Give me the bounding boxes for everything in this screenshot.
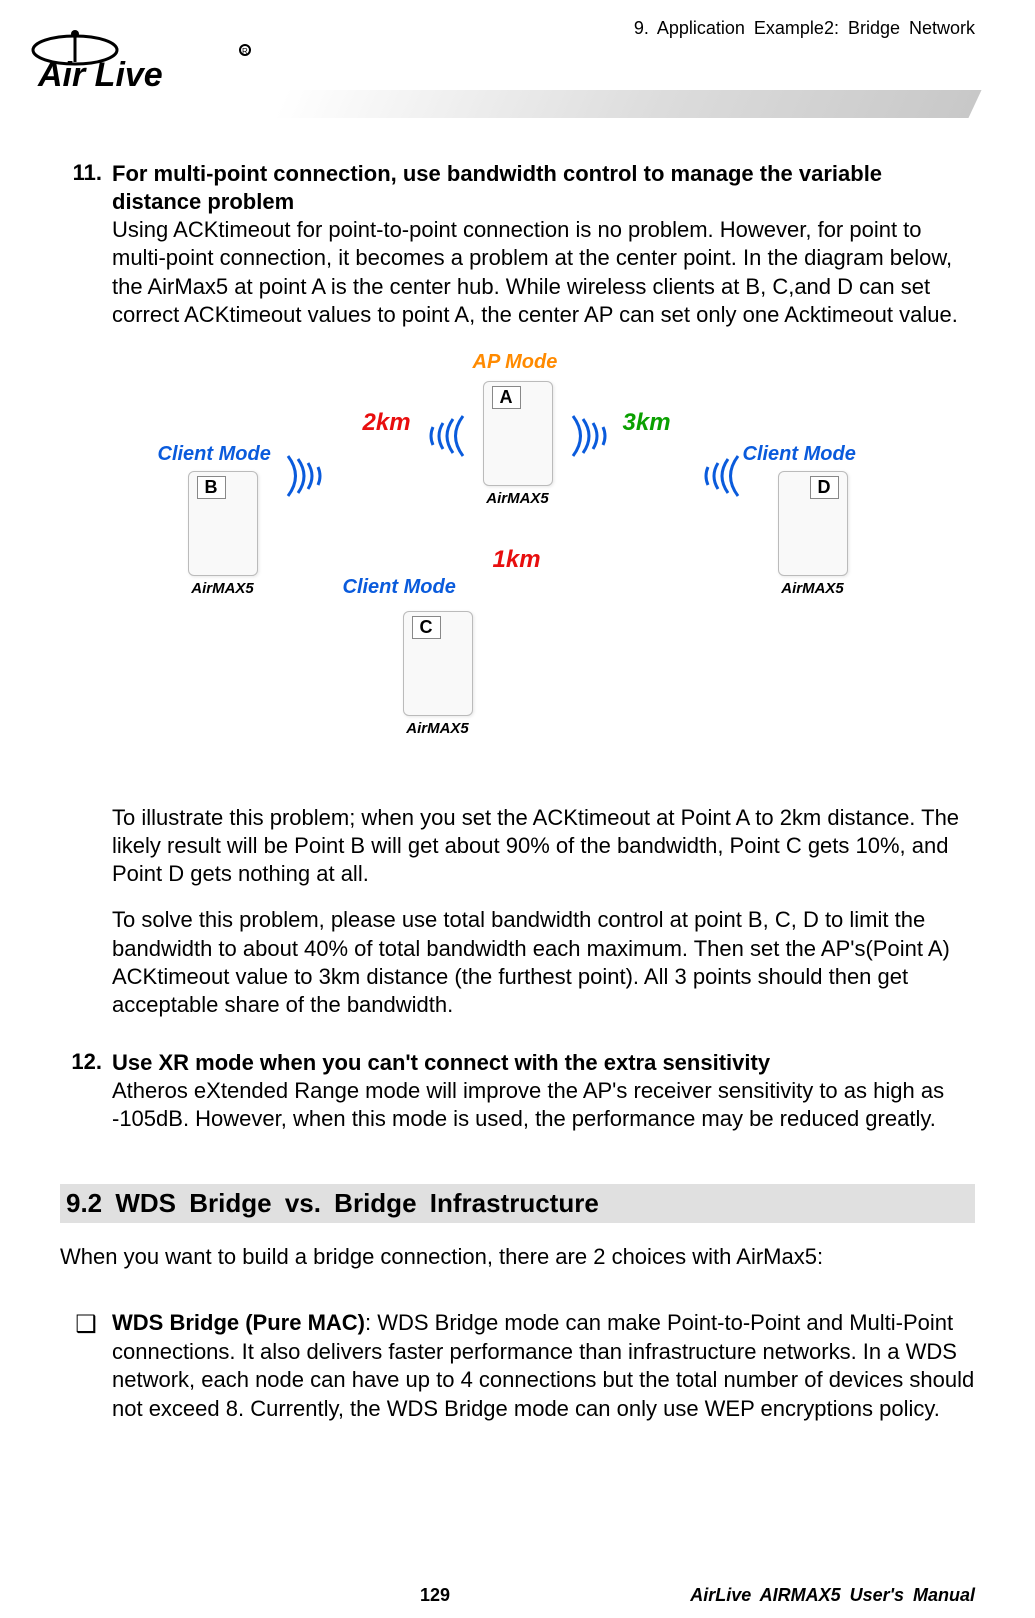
item-paragraph: Using ACKtimeout for point-to-point conn… (112, 217, 958, 326)
item-body: Use XR mode when you can't connect with … (112, 1049, 975, 1133)
brand-logo: Air Live R (30, 20, 270, 103)
bullet-label: WDS Bridge (Pure MAC) (112, 1310, 365, 1335)
device-b-badge: B (197, 476, 226, 499)
numbered-item-12: 12. Use XR mode when you can't connect w… (60, 1049, 975, 1133)
network-diagram: AP Mode A AirMAX5 2km 3km (60, 351, 975, 786)
item-number: 11. (60, 160, 112, 329)
item-heading: Use XR mode when you can't connect with … (112, 1050, 770, 1075)
device-c-badge: C (412, 616, 441, 639)
device-caption: AirMAX5 (178, 580, 268, 597)
square-bullet-icon: ❑ (60, 1309, 112, 1423)
distance-1km: 1km (493, 546, 541, 574)
item11-para3: To solve this problem, please use total … (112, 906, 975, 1019)
numbered-item-11: 11. For multi-point connection, use band… (60, 160, 975, 329)
svg-text:R: R (242, 47, 248, 56)
distance-2km: 2km (363, 409, 411, 437)
page-number: 129 (420, 1585, 450, 1606)
item-heading: For multi-point connection, use bandwidt… (112, 161, 882, 214)
device-c: C AirMAX5 (393, 611, 483, 737)
distance-3km: 3km (623, 409, 671, 437)
svg-text:Air Live: Air Live (37, 56, 163, 94)
device-a-badge: A (492, 386, 521, 409)
signal-waves-icon (688, 451, 748, 501)
signal-waves-icon (563, 411, 623, 461)
device-a: A AirMAX5 (473, 381, 563, 507)
device-caption: AirMAX5 (473, 490, 563, 507)
item-paragraph: Atheros eXtended Range mode will improve… (112, 1078, 944, 1131)
item11-para2: To illustrate this problem; when you set… (112, 804, 975, 888)
device-b: B AirMAX5 (178, 471, 268, 597)
bullet-body: WDS Bridge (Pure MAC): WDS Bridge mode c… (112, 1309, 975, 1423)
header-divider (273, 90, 981, 118)
section-9-2-intro: When you want to build a bridge connecti… (60, 1243, 975, 1272)
client-mode-label: Client Mode (343, 576, 456, 599)
page: 9. Application Example2: Bridge Network … (0, 0, 1035, 1618)
signal-waves-icon (413, 411, 473, 461)
chapter-header: 9. Application Example2: Bridge Network (634, 18, 975, 39)
device-d: D AirMAX5 (768, 471, 858, 597)
client-mode-label: Client Mode (158, 443, 271, 466)
item-number: 12. (60, 1049, 112, 1133)
device-caption: AirMAX5 (393, 720, 483, 737)
manual-title: AirLive AIRMAX5 User's Manual (690, 1585, 975, 1606)
client-mode-label: Client Mode (743, 443, 856, 466)
bullet-wds-bridge: ❑ WDS Bridge (Pure MAC): WDS Bridge mode… (60, 1309, 975, 1423)
device-d-badge: D (810, 476, 839, 499)
ap-mode-label: AP Mode (473, 351, 558, 374)
section-9-2-heading: 9.2 WDS Bridge vs. Bridge Infrastructure (60, 1184, 975, 1223)
device-caption: AirMAX5 (768, 580, 858, 597)
diagram-canvas: AP Mode A AirMAX5 2km 3km (168, 351, 868, 781)
item-body: For multi-point connection, use bandwidt… (112, 160, 975, 329)
signal-waves-icon (278, 451, 338, 501)
page-content: 11. For multi-point connection, use band… (60, 20, 975, 1423)
page-footer: 129 AirLive AIRMAX5 User's Manual (60, 1585, 975, 1606)
